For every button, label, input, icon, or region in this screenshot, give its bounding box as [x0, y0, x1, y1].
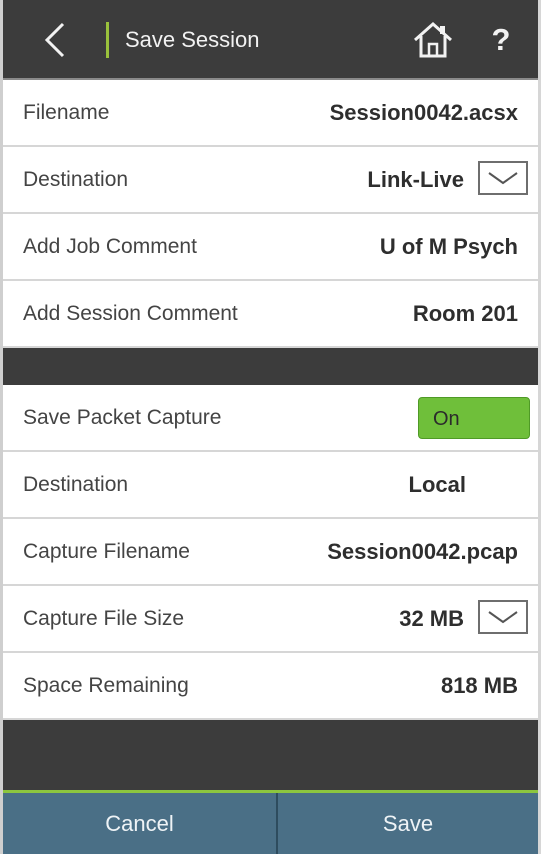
- chevron-left-icon: [44, 22, 65, 58]
- session-comment-value: Room 201: [412, 301, 518, 326]
- capture-destination-value: Local: [408, 472, 466, 497]
- title-bar: Save Session ?: [3, 0, 538, 80]
- capture-destination-label: Destination: [23, 473, 129, 496]
- filename-label: Filename: [23, 101, 110, 124]
- chevron-down-icon: [488, 611, 518, 624]
- page-title: Save Session: [125, 27, 260, 52]
- destination-dropdown-button[interactable]: [478, 161, 528, 195]
- capture-file-size-value: 32 MB: [399, 606, 464, 631]
- session-comment-row[interactable]: Add Session Comment Room 201: [3, 281, 538, 348]
- home-icon: [414, 21, 452, 58]
- save-packet-capture-row: Save Packet Capture On: [3, 385, 538, 452]
- capture-file-size-row[interactable]: Capture File Size 32 MB: [3, 586, 538, 653]
- save-packet-capture-toggle[interactable]: On: [418, 397, 530, 439]
- save-packet-capture-label: Save Packet Capture: [23, 406, 222, 429]
- filename-row[interactable]: Filename Session0042.acsx: [3, 80, 538, 147]
- title-separator: [106, 22, 109, 58]
- session-comment-label: Add Session Comment: [23, 302, 238, 325]
- job-comment-value: U of M Psych: [379, 234, 518, 259]
- destination-value: Link-Live: [367, 167, 464, 192]
- cancel-button[interactable]: Cancel: [3, 793, 276, 854]
- capture-destination-row[interactable]: Destination Local: [3, 452, 538, 519]
- job-comment-label: Add Job Comment: [23, 235, 197, 258]
- file-size-dropdown-button[interactable]: [478, 600, 528, 634]
- capture-filename-value: Session0042.pcap: [327, 539, 518, 564]
- destination-row[interactable]: Destination Link-Live: [3, 147, 538, 214]
- back-button[interactable]: [31, 16, 79, 64]
- help-button[interactable]: ?: [483, 18, 519, 62]
- space-remaining-row: Space Remaining 818 MB: [3, 653, 538, 720]
- chevron-down-icon: [488, 172, 518, 185]
- footer-bar: Cancel Save: [3, 790, 538, 854]
- capture-file-size-label: Capture File Size: [23, 607, 185, 630]
- capture-filename-label: Capture Filename: [23, 540, 190, 563]
- home-button[interactable]: [411, 20, 455, 60]
- empty-area: [3, 720, 538, 790]
- filename-value: Session0042.acsx: [329, 100, 518, 125]
- save-button[interactable]: Save: [278, 793, 538, 854]
- section-divider: [3, 348, 538, 385]
- job-comment-row[interactable]: Add Job Comment U of M Psych: [3, 214, 538, 281]
- toggle-state: On: [433, 408, 460, 430]
- space-remaining-label: Space Remaining: [23, 674, 189, 697]
- destination-label: Destination: [23, 168, 129, 191]
- capture-filename-row[interactable]: Capture Filename Session0042.pcap: [3, 519, 538, 586]
- space-remaining-value: 818 MB: [440, 673, 518, 698]
